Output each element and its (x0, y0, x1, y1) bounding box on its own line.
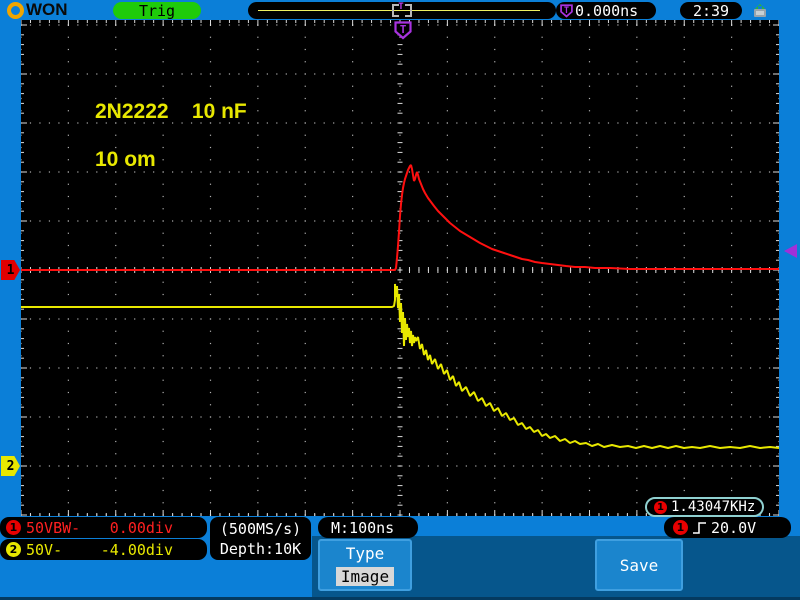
trigger-position-marker[interactable]: T (394, 21, 412, 40)
acquisition-pill: (500MS/s) Depth:10K (210, 517, 311, 560)
timebase-pill: M:100ns (318, 517, 418, 538)
trigger-shield-icon: T (560, 3, 573, 18)
trigger-level-value: 20.0V (711, 518, 757, 537)
ch2-badge: 2 (6, 542, 21, 557)
ch1-status-pill: 1 50VBW- 0.00div (0, 517, 207, 538)
trigger-source-badge: 1 (673, 520, 688, 535)
ch2-level-marker[interactable]: 2 (1, 456, 20, 476)
logo-text: WON (26, 0, 68, 19)
trig-label: Trig (138, 1, 176, 20)
type-button[interactable]: Type Image (318, 539, 412, 591)
save-button[interactable]: Save (595, 539, 683, 591)
usb-storage-icon (754, 4, 766, 17)
trigger-time-pill: T 0.000ns (556, 1, 656, 20)
clock-pill: 2:39 (680, 1, 742, 20)
timebase-value: M:100ns (331, 518, 395, 537)
trigger-level-pill: 1 20.0V (664, 517, 791, 538)
svg-text:T: T (564, 5, 569, 15)
sample-rate: (500MS/s) (219, 519, 302, 538)
memory-depth: Depth:10K (219, 539, 302, 558)
rising-edge-icon (693, 521, 706, 534)
type-button-label: Type (345, 544, 385, 563)
annotation-resistor-value: 10 om (95, 148, 156, 171)
ch2-position-value: -4.00div (100, 540, 173, 559)
svg-text:T: T (400, 23, 407, 36)
trigger-level-arrow[interactable] (784, 244, 798, 259)
waveform-canvas (21, 20, 779, 516)
ch1-scale-label: 50VBW- (26, 518, 81, 537)
ch1-level-marker[interactable]: 1 (1, 260, 20, 280)
ch1-badge: 1 (654, 500, 667, 514)
record-trigger-marker[interactable]: T (394, 2, 408, 12)
ch1-badge: 1 (6, 520, 21, 535)
frequency-value: 1.43047KHz (671, 499, 756, 515)
softkey-menu: Type Image Save (312, 536, 800, 600)
top-bar: WON Trig T T 0.000ns 2:39 (0, 0, 800, 20)
record-view-bar: T (248, 2, 556, 19)
clock-value: 2:39 (692, 1, 730, 20)
logo-ring-icon (7, 1, 24, 19)
type-button-value: Image (335, 567, 395, 586)
trigger-time-value: 0.000ns (575, 1, 639, 20)
ch2-scale-label: 50V- (26, 540, 63, 559)
save-button-label: Save (619, 555, 659, 575)
owon-logo: WON (7, 0, 68, 19)
graticule-area: 2N2222 10 nF 10 om (21, 20, 779, 516)
oscilloscope-screen: WON Trig T T 0.000ns 2:39 2N2222 10 nF 1… (0, 0, 800, 600)
ch2-status-pill: 2 50V- -4.00div (0, 539, 207, 560)
ch1-position-value: 0.00div (109, 518, 173, 537)
trigger-status-badge: Trig (113, 1, 201, 20)
frequency-counter-badge: 1 1.43047KHz (645, 497, 765, 517)
annotation-component-values: 2N2222 10 nF (95, 100, 247, 123)
